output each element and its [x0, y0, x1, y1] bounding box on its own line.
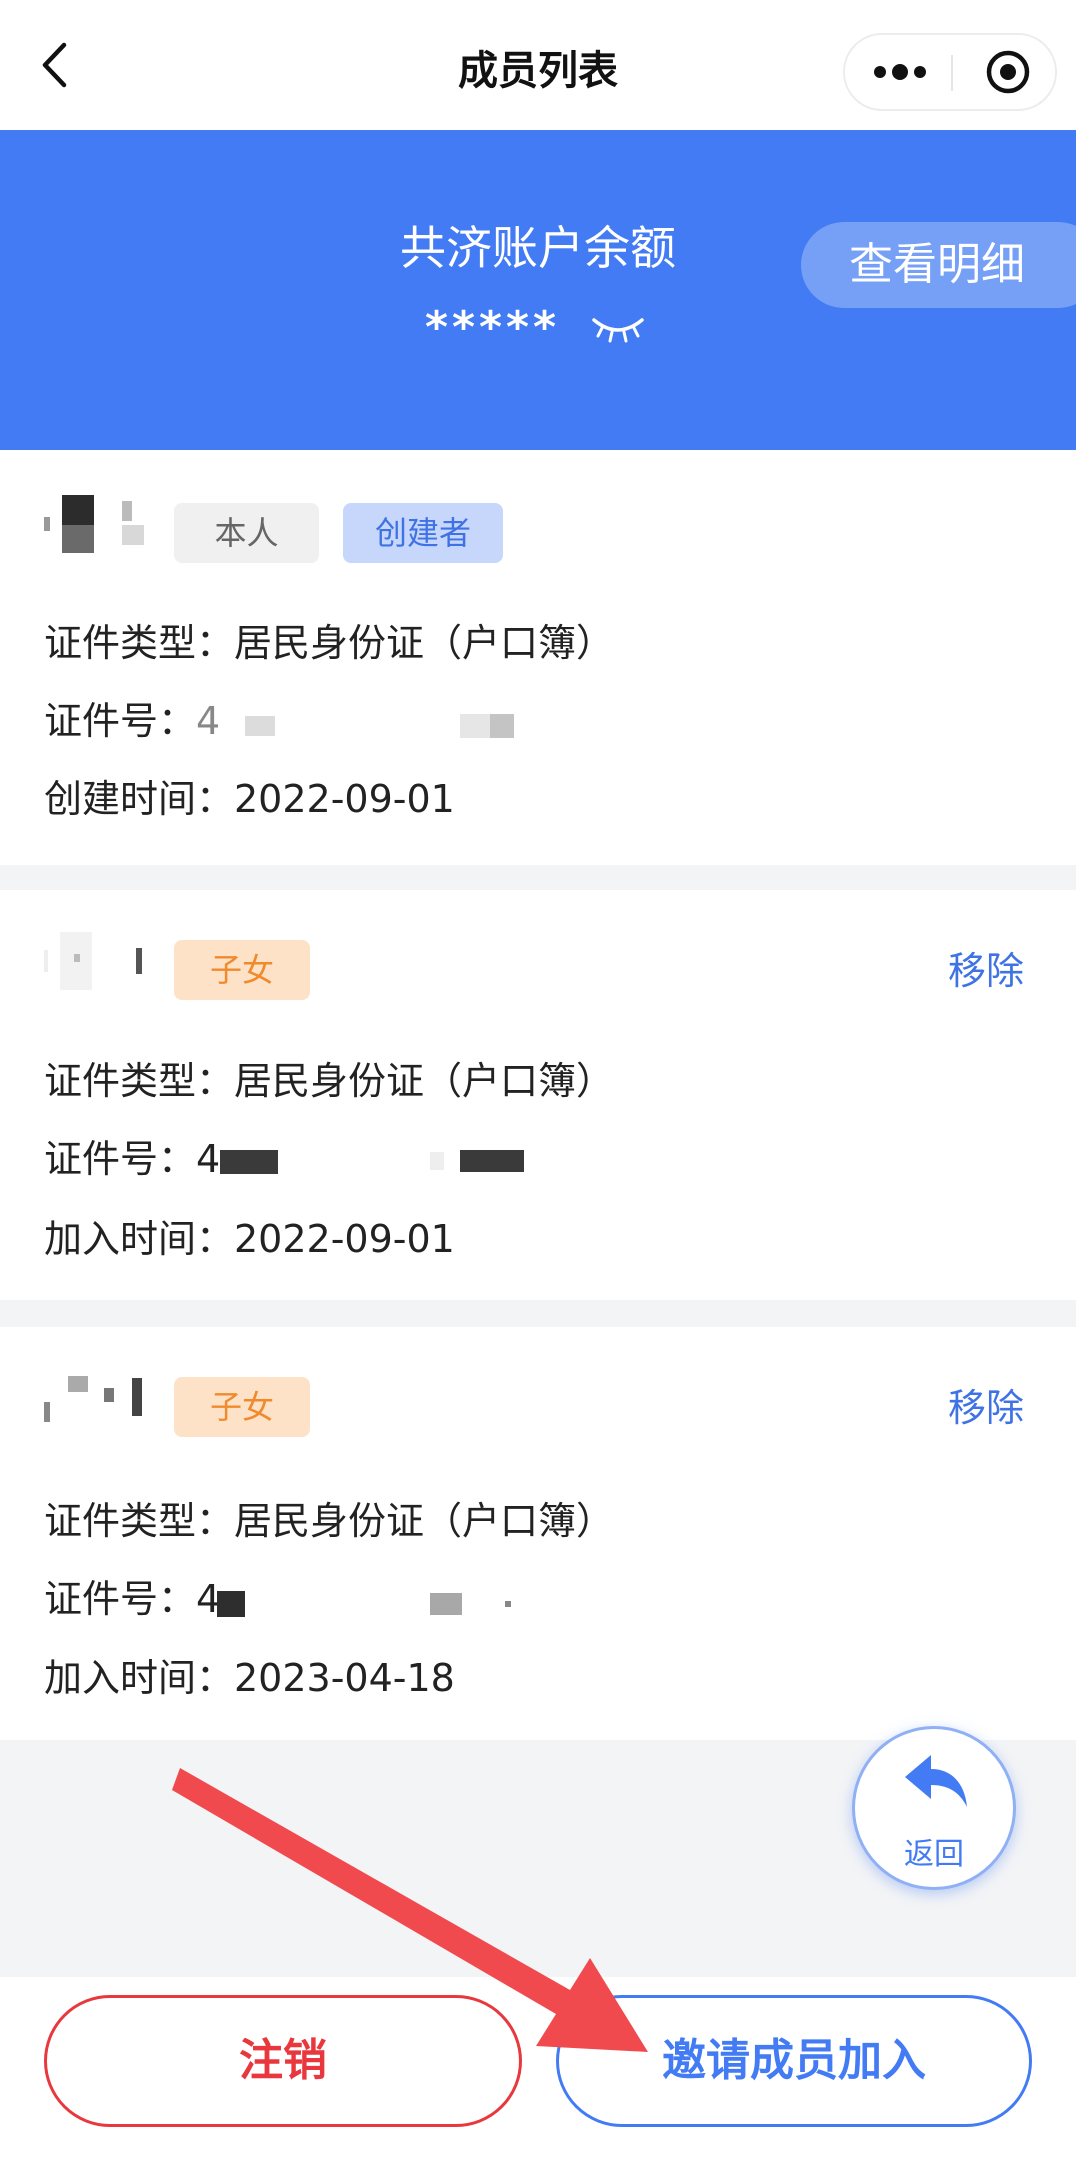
id-number-label: 证件号： — [44, 699, 197, 743]
member-card: 子女 移除 证件类型：居民身份证（户口簿） 证件号：4 加入时间：2023-04… — [0, 1327, 1076, 1740]
return-arrow-icon — [905, 1755, 967, 1807]
remove-button[interactable]: 移除 — [948, 940, 1024, 995]
id-type: 证件类型：居民身份证（户口簿） — [44, 1059, 615, 1103]
capsule-divider — [951, 55, 953, 91]
redacted-name — [44, 1376, 142, 1422]
created-time: 创建时间：2022-09-01 — [44, 777, 455, 821]
id-number: 证件号：4 — [44, 1128, 220, 1183]
return-label: 返回 — [904, 1837, 964, 1872]
remove-button[interactable]: 移除 — [948, 1377, 1024, 1432]
redacted-id-number — [220, 1150, 524, 1174]
tag-child: 子女 — [174, 1377, 310, 1437]
tag-child: 子女 — [174, 940, 310, 1000]
member-card: 子女 移除 证件类型：居民身份证（户口簿） 证件号：4 加入时间：2022-09… — [0, 890, 1076, 1300]
return-floating-button[interactable]: 返回 — [852, 1726, 1016, 1890]
id-number: 证件号：4 — [44, 1568, 220, 1623]
tag-creator: 创建者 — [343, 503, 503, 563]
joined-time: 加入时间：2022-09-01 — [44, 1217, 455, 1261]
id-type: 证件类型：居民身份证（户口簿） — [44, 621, 615, 665]
tag-self: 本人 — [174, 503, 319, 563]
redacted-id-number — [245, 714, 514, 738]
id-number-label: 证件号： — [44, 1137, 197, 1181]
bottom-action-bar: 注销 邀请成员加入 — [0, 1977, 1076, 2167]
id-number-label: 证件号： — [44, 1577, 197, 1621]
balance-amount: ***** — [425, 302, 561, 353]
id-number-prefix: 4 — [196, 699, 221, 743]
close-target-icon — [986, 50, 1030, 94]
member-card: 本人 创建者 证件类型：居民身份证（户口簿） 证件号：4 创建时间：2022-0… — [0, 450, 1076, 865]
id-type: 证件类型：居民身份证（户口簿） — [44, 1499, 615, 1543]
navigation-bar: 成员列表 — [0, 0, 1076, 130]
redacted-name — [44, 932, 142, 990]
view-details-button[interactable]: 查看明细 — [801, 222, 1076, 308]
eye-closed-icon[interactable] — [590, 312, 646, 344]
more-dots-icon — [874, 64, 926, 80]
more-button[interactable] — [865, 35, 935, 109]
id-number: 证件号：4 — [44, 690, 220, 745]
redacted-id-number — [217, 1591, 511, 1617]
miniprogram-capsule — [843, 33, 1057, 111]
joined-time: 加入时间：2023-04-18 — [44, 1656, 455, 1700]
balance-banner: 共济账户余额 ***** 查看明细 — [0, 130, 1076, 450]
deregister-button[interactable]: 注销 — [44, 1995, 522, 2127]
close-button[interactable] — [973, 35, 1043, 109]
redacted-name — [44, 495, 144, 553]
invite-member-button[interactable]: 邀请成员加入 — [556, 1995, 1032, 2127]
